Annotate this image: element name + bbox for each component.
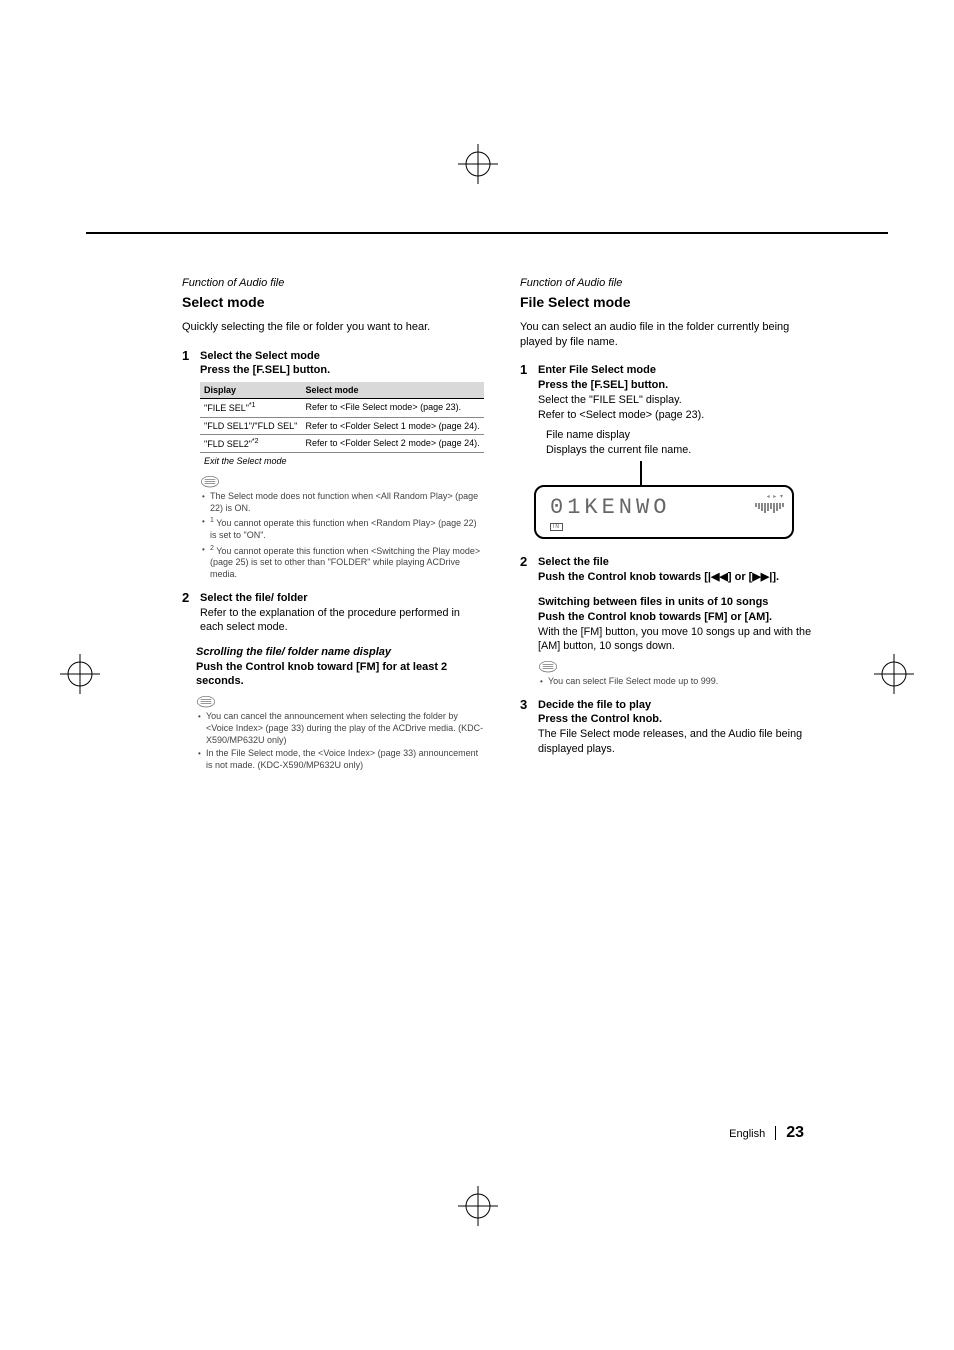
step-text: Refer to <Select mode> (page 23).: [538, 408, 822, 423]
table-row: "FLD SEL2"*2 Refer to <Folder Select 2 m…: [200, 434, 484, 452]
step-2: 2 Select the file Push the Control knob …: [520, 555, 822, 689]
lcd-in-indicator: IN: [550, 523, 563, 532]
filename-display-label: File name display: [546, 428, 822, 443]
note-item: 2 *2 You cannot operate this function wh…: [200, 544, 484, 581]
step-number: 1: [520, 363, 532, 422]
cell-display: "FLD SEL1"/"FLD SEL": [204, 421, 297, 431]
scroll-title: Scrolling the file/ folder name display: [196, 645, 484, 660]
lead-text: You can select an audio file in the fold…: [520, 320, 822, 350]
page: { "left": { "func_of": "Function of Audi…: [0, 0, 954, 1350]
step-text: The File Select mode releases, and the A…: [538, 727, 822, 756]
skip-forward-icon: ▶▶|: [752, 571, 772, 583]
step-text: Select the "FILE SEL" display.: [538, 393, 822, 408]
registration-mark-left: [60, 654, 100, 694]
notes-list: The Select mode does not function when <…: [200, 491, 484, 581]
cell-display: "FILE SEL": [204, 403, 249, 413]
registration-mark-top: [458, 144, 498, 184]
note-item: You can cancel the announcement when sel…: [196, 711, 484, 746]
page-footer: English 23: [729, 1124, 804, 1142]
note-item: In the File Select mode, the <Voice Inde…: [196, 748, 484, 771]
registration-mark-right: [874, 654, 914, 694]
scroll-instruction: Push the Control knob toward [FM] for at…: [196, 660, 484, 690]
note-icon: [538, 660, 558, 674]
lcd-indicators: ◂ ▸ ▾: [755, 493, 784, 513]
step-3: 3 Decide the file to play Press the Cont…: [520, 698, 822, 757]
lcd-indicator-row: ◂ ▸ ▾: [767, 493, 784, 501]
step-text: Refer to the explanation of the procedur…: [200, 606, 484, 635]
step-title: Decide the file to play: [538, 698, 822, 713]
note-item: 1 *1 You cannot operate this function wh…: [200, 516, 484, 541]
note-icon: [200, 475, 220, 489]
left-column: Function of Audio file Select mode Quick…: [182, 276, 484, 774]
function-of-label: Function of Audio file: [520, 276, 822, 291]
text-fragment: Push the Control knob towards [: [538, 571, 708, 583]
step-title: Select the file: [538, 555, 822, 570]
step-number: 3: [520, 698, 532, 757]
cell-sup: *1: [249, 402, 256, 409]
step-title: Select the Select mode: [200, 349, 484, 364]
switching-instruction: Push the Control knob towards [FM] or [A…: [538, 610, 822, 625]
cell-mode: Refer to <Folder Select 1 mode> (page 24…: [302, 417, 484, 434]
footer-language: English: [729, 1128, 765, 1140]
content-columns: Function of Audio file Select mode Quick…: [182, 276, 822, 774]
cell-exit: Exit the Select mode: [200, 452, 484, 469]
text-fragment: ] or [: [728, 571, 752, 583]
footer-divider: [775, 1126, 776, 1140]
lcd-display: 01KENWO ◂ ▸ ▾ IN: [534, 485, 794, 539]
function-of-label: Function of Audio file: [182, 276, 484, 291]
step-1: 1 Enter File Select mode Press the [F.SE…: [520, 363, 822, 422]
header-rule: [86, 232, 888, 234]
step-number: 2: [182, 591, 194, 635]
skip-back-icon: |◀◀: [708, 571, 728, 583]
right-column: Function of Audio file File Select mode …: [520, 276, 822, 774]
registration-mark-bottom: [458, 1186, 498, 1226]
note-item: The Select mode does not function when <…: [200, 491, 484, 514]
text-fragment: ].: [772, 571, 779, 583]
step-2: 2 Select the file/ folder Refer to the e…: [182, 591, 484, 635]
select-mode-table: Display Select mode "FILE SEL"*1 Refer t…: [200, 382, 484, 469]
step-title: Enter File Select mode: [538, 363, 822, 378]
table-row: "FLD SEL1"/"FLD SEL" Refer to <Folder Se…: [200, 417, 484, 434]
table-head-display: Display: [200, 382, 302, 399]
cell-mode: Refer to <File Select mode> (page 23).: [302, 399, 484, 417]
page-number: 23: [786, 1124, 804, 1142]
lcd-text: 01KENWO: [550, 493, 670, 523]
step-1: 1 Select the Select mode Press the [F.SE…: [182, 349, 484, 583]
notes-list: You can cancel the announcement when sel…: [196, 711, 484, 771]
callout-line: [640, 461, 642, 487]
table-row: "FILE SEL"*1 Refer to <File Select mode>…: [200, 399, 484, 417]
cell-sup: *2: [252, 438, 259, 445]
step-number: 2: [520, 555, 532, 689]
section-title-file-select: File Select mode: [520, 293, 822, 312]
step-title: Select the file/ folder: [200, 591, 484, 606]
section-title-select-mode: Select mode: [182, 293, 484, 312]
filename-display-desc: Displays the current file name.: [546, 443, 822, 458]
table-row-exit: Exit the Select mode: [200, 452, 484, 469]
lead-text: Quickly selecting the file or folder you…: [182, 320, 484, 335]
spectrum-icon: [755, 503, 784, 513]
switching-title: Switching between files in units of 10 s…: [538, 595, 822, 610]
switching-text: With the [FM] button, you move 10 songs …: [538, 625, 822, 654]
step-instruction: Press the [F.SEL] button.: [200, 363, 484, 378]
step-number: 1: [182, 349, 194, 583]
step-instruction: Press the Control knob.: [538, 712, 822, 727]
step-instruction: Push the Control knob towards [|◀◀] or […: [538, 570, 822, 585]
notes-list: You can select File Select mode up to 99…: [538, 676, 822, 688]
step-instruction: Press the [F.SEL] button.: [538, 378, 822, 393]
note-item: You can select File Select mode up to 99…: [538, 676, 822, 688]
cell-display: "FLD SEL2": [204, 439, 252, 449]
table-head-mode: Select mode: [302, 382, 484, 399]
cell-mode: Refer to <Folder Select 2 mode> (page 24…: [302, 434, 484, 452]
note-icon: [196, 695, 216, 709]
